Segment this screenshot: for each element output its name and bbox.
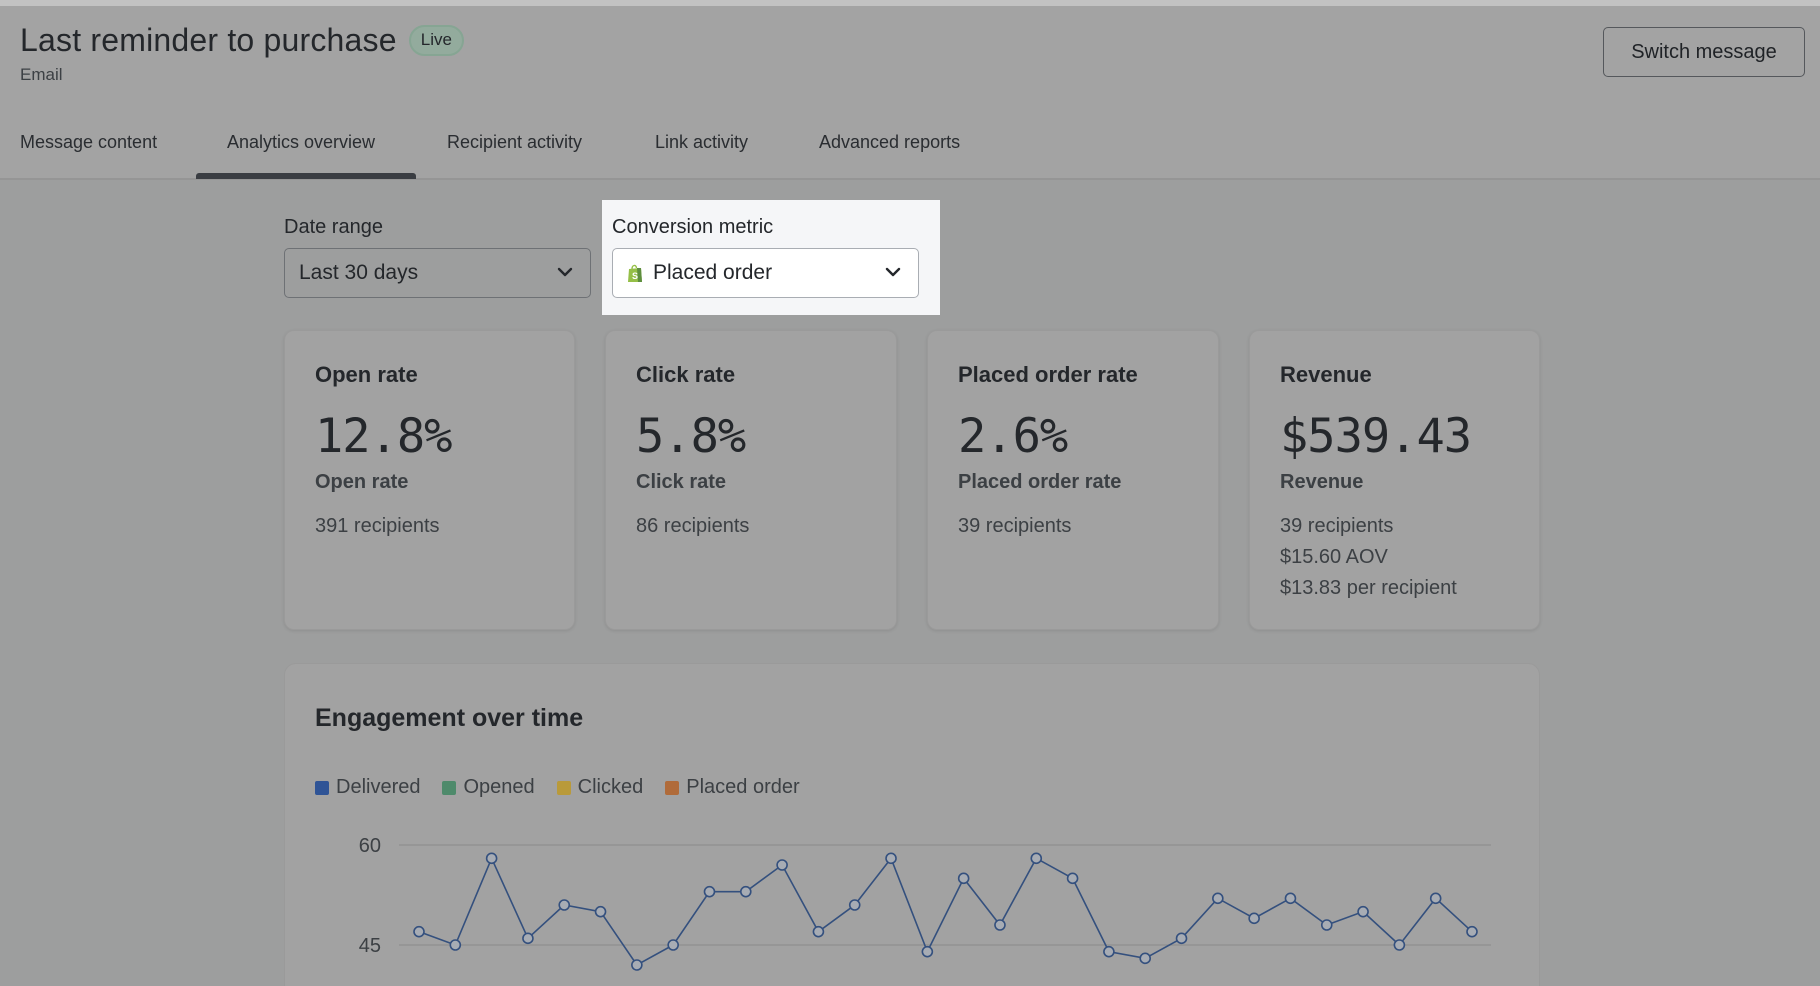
card-value: 2.6% [958,409,1068,464]
series-line-delivered [418,856,1473,967]
title-row: Last reminder to purchase Live [20,22,464,59]
card-value: 12.8% [315,409,452,464]
data-point[interactable] [1284,892,1297,905]
data-point[interactable] [1320,919,1333,931]
conversion-metric-label: Conversion metric [612,216,774,238]
card-label: Revenue [1280,471,1364,493]
active-tab-indicator [196,173,416,179]
stat-card-placed-order-rate: Placed order rate 2.6% Placed order rate… [927,330,1219,630]
conversion-metric-select[interactable]: S Placed order [612,248,919,298]
data-point[interactable] [848,899,861,911]
tab-message-content[interactable]: Message content [20,132,157,153]
data-point[interactable] [1466,925,1478,938]
data-point[interactable] [594,905,607,918]
stat-card-click-rate: Click rate 5.8% Click rate 86 recipients [605,330,897,630]
card-title: Open rate [315,362,418,387]
card-detail-recipients: 39 recipients [1280,515,1394,537]
card-value: $539.43 [1280,409,1472,464]
card-detail: 39 recipients [958,515,1072,537]
status-badge: Live [408,25,464,56]
data-point[interactable] [522,932,534,945]
date-range-select[interactable]: Last 30 days [284,248,591,298]
card-value: 5.8% [636,409,746,464]
tab-analytics-overview[interactable]: Analytics overview [227,132,375,153]
data-point[interactable] [885,852,897,865]
card-label: Placed order rate [958,471,1122,493]
data-point[interactable] [485,852,498,865]
data-point[interactable] [1139,952,1152,965]
tab-advanced-reports[interactable]: Advanced reports [819,132,960,153]
page-header: Last reminder to purchase Live Email Swi… [0,6,1820,180]
card-title: Click rate [636,362,736,387]
page-title: Last reminder to purchase [20,22,397,58]
svg-text:S: S [632,271,638,281]
data-point[interactable] [1103,945,1115,958]
data-point[interactable] [739,885,752,898]
chevron-down-icon [885,267,901,277]
card-detail: 86 recipients [636,515,750,537]
chevron-down-icon [557,267,573,277]
engagement-chart-card: Engagement over time Delivered Opened Cl… [284,663,1540,986]
y-tick-label: 60 [359,835,381,857]
card-detail-aov: $15.60 AOV [1280,546,1388,568]
y-tick-label: 45 [359,935,381,957]
shopify-bag-icon: S [628,264,642,282]
switch-message-button[interactable]: Switch message [1603,27,1805,77]
data-point[interactable] [1357,905,1369,918]
tab-link-activity[interactable]: Link activity [655,132,748,153]
data-point[interactable] [703,885,716,898]
data-point[interactable] [1393,939,1406,951]
data-point[interactable] [1248,912,1260,925]
date-range-label: Date range [284,216,383,238]
data-point[interactable] [558,899,571,911]
card-label: Open rate [315,471,409,493]
stat-card-open-rate: Open rate 12.8% Open rate 391 recipients [284,330,575,630]
tab-recipient-activity[interactable]: Recipient activity [447,132,582,153]
conversion-metric-value: Placed order [653,261,773,284]
data-point[interactable] [812,925,825,938]
data-point[interactable] [994,919,1006,931]
tab-bar: Message content Analytics overview Recip… [0,124,1820,180]
card-detail: 391 recipients [315,515,440,537]
data-point[interactable] [1175,932,1188,945]
data-point[interactable] [667,939,679,951]
data-point[interactable] [921,945,934,958]
message-channel: Email [20,65,63,84]
data-point[interactable] [957,872,970,885]
card-title: Placed order rate [958,362,1138,387]
card-title: Revenue [1280,362,1372,387]
data-point[interactable] [776,859,788,871]
data-point[interactable] [1429,892,1442,905]
card-label: Click rate [636,471,727,493]
data-point[interactable] [449,939,462,951]
card-detail-per-recipient: $13.83 per recipient [1280,577,1457,599]
data-point[interactable] [413,925,425,938]
data-point[interactable] [631,959,643,971]
data-point[interactable] [1066,872,1079,885]
engagement-line-chart: 45 60 [359,835,1491,971]
stat-card-revenue: Revenue $539.43 Revenue 39 recipients $1… [1249,330,1540,630]
data-point[interactable] [1030,852,1043,865]
date-range-value: Last 30 days [299,261,419,284]
data-point[interactable] [1212,892,1224,905]
